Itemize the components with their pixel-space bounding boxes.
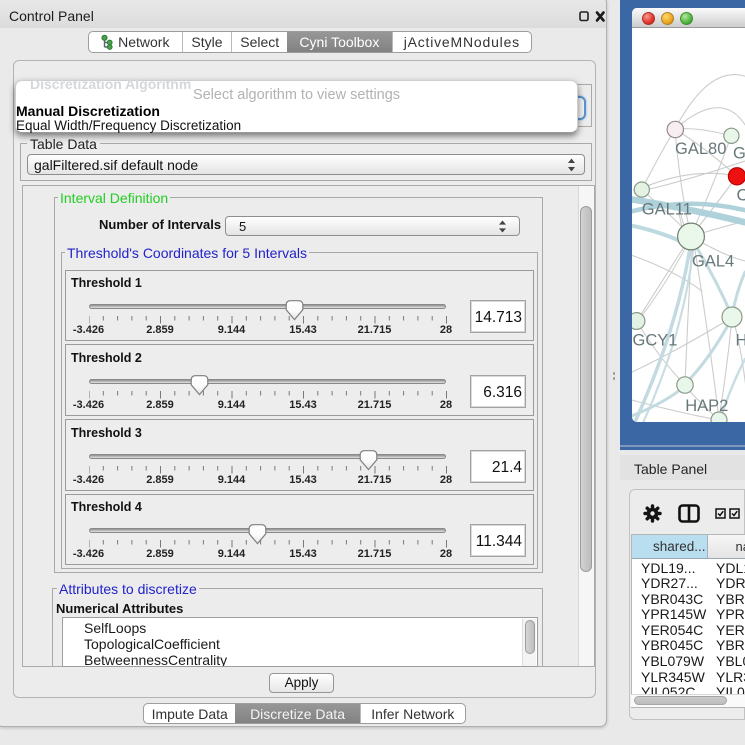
svg-text:GAL4: GAL4	[692, 253, 734, 271]
svg-text:HAP2: HAP2	[685, 397, 728, 415]
svg-text:GAL11: GAL11	[642, 201, 692, 219]
svg-text:GA: GA	[733, 145, 745, 163]
svg-text:GAL80: GAL80	[675, 140, 726, 158]
svg-text:H: H	[736, 332, 745, 350]
svg-text:C: C	[737, 187, 745, 205]
svg-text:GCY1: GCY1	[633, 332, 678, 350]
